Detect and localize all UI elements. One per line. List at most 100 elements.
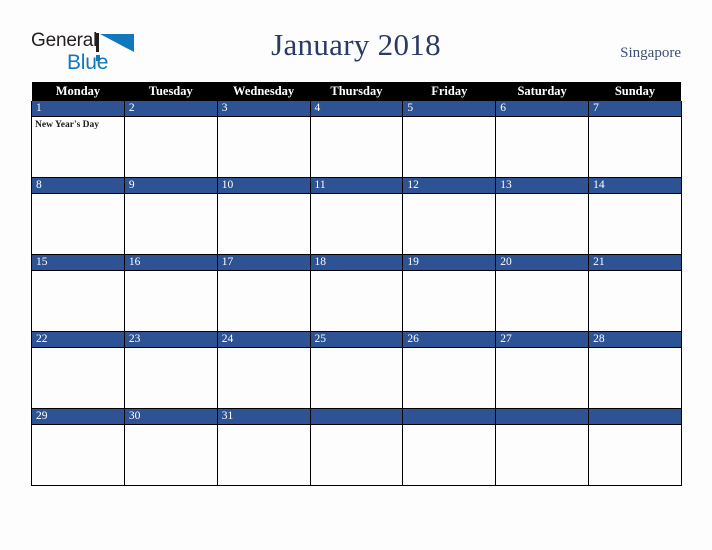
day-events [589, 194, 681, 197]
day-cell-inner: 7 [589, 101, 681, 177]
calendar-day-cell[interactable]: 25 [309, 331, 404, 409]
calendar-day-cell[interactable]: 19 [402, 254, 497, 332]
day-events [496, 117, 588, 120]
weekday-header-row: Monday Tuesday Wednesday Thursday Friday… [31, 82, 682, 101]
calendar-day-cell[interactable]: 4 [309, 101, 404, 178]
day-events [125, 271, 217, 274]
day-cell-inner: 13 [496, 178, 589, 254]
calendar-day-cell[interactable]: 7 [588, 101, 682, 178]
day-cell-inner: 22 [32, 332, 124, 408]
calendar-page: General Blue January 2018 Singapore Mond… [0, 0, 712, 550]
day-number: 9 [124, 178, 217, 194]
day-number: 28 [589, 332, 681, 348]
day-cell-inner: 23 [124, 332, 217, 408]
day-number [310, 409, 403, 425]
day-cell-inner: 17 [217, 255, 310, 331]
day-number: 4 [310, 101, 403, 117]
calendar-day-cell[interactable]: 10 [216, 177, 311, 255]
calendar-day-cell[interactable]: 29 [31, 408, 125, 486]
day-number: 5 [403, 101, 496, 117]
calendar-day-cell[interactable]: 2 [123, 101, 218, 178]
day-events [589, 271, 681, 274]
page-title: January 2018 [271, 27, 441, 62]
day-cell-inner: 26 [403, 332, 496, 408]
calendar-day-cell[interactable]: 28 [588, 331, 682, 409]
day-cell-inner: 10 [217, 178, 310, 254]
day-events [32, 271, 124, 274]
day-number: 8 [32, 178, 124, 194]
calendar-day-cell[interactable]: 18 [309, 254, 404, 332]
day-cell-inner: 6 [496, 101, 589, 177]
day-number: 12 [403, 178, 496, 194]
day-cell-inner: 11 [310, 178, 403, 254]
day-cell-inner [310, 409, 403, 485]
calendar-day-cell[interactable]: 14 [588, 177, 682, 255]
calendar-day-cell[interactable]: 23 [123, 331, 218, 409]
calendar-week-row: 1 New Year's Day 2 3 4 5 6 7 [31, 101, 682, 178]
calendar-day-cell[interactable]: 6 [495, 101, 590, 178]
calendar-day-cell[interactable]: 17 [216, 254, 311, 332]
calendar-day-cell[interactable] [495, 408, 590, 486]
calendar-day-cell[interactable]: 20 [495, 254, 590, 332]
calendar-day-cell[interactable]: 13 [495, 177, 590, 255]
day-events [218, 194, 310, 197]
calendar-day-cell[interactable]: 27 [495, 331, 590, 409]
calendar-day-cell[interactable]: 9 [123, 177, 218, 255]
day-number: 3 [217, 101, 310, 117]
calendar-day-cell[interactable]: 21 [588, 254, 682, 332]
day-events [496, 271, 588, 274]
calendar-day-cell[interactable]: 3 [216, 101, 311, 178]
weekday-header-sunday: Sunday [588, 82, 682, 101]
day-number: 25 [310, 332, 403, 348]
calendar-day-cell[interactable]: 12 [402, 177, 497, 255]
calendar-day-cell[interactable]: 5 [402, 101, 497, 178]
day-cell-inner: 12 [403, 178, 496, 254]
day-events [496, 194, 588, 197]
calendar-day-cell[interactable]: 22 [31, 331, 125, 409]
day-events [125, 194, 217, 197]
weekday-header-wednesday: Wednesday [217, 82, 311, 101]
weekday-header-tuesday: Tuesday [124, 82, 218, 101]
day-number: 26 [403, 332, 496, 348]
calendar-day-cell[interactable]: 8 [31, 177, 125, 255]
day-events [311, 194, 403, 197]
day-number: 15 [32, 255, 124, 271]
day-number: 2 [124, 101, 217, 117]
page-header: General Blue January 2018 Singapore [0, 0, 712, 82]
day-events [32, 194, 124, 197]
day-events [311, 425, 403, 428]
country-label: Singapore [620, 45, 681, 61]
day-events [589, 117, 681, 120]
calendar-day-cell[interactable]: 31 [216, 408, 311, 486]
day-events [125, 425, 217, 428]
day-cell-inner: 30 [124, 409, 217, 485]
calendar-day-cell[interactable] [309, 408, 404, 486]
day-cell-inner: 5 [403, 101, 496, 177]
calendar-day-cell[interactable]: 1 New Year's Day [31, 101, 125, 178]
day-events [218, 117, 310, 120]
day-cell-inner: 15 [32, 255, 124, 331]
day-cell-inner: 3 [217, 101, 310, 177]
weekday-header-saturday: Saturday [495, 82, 589, 101]
day-number: 6 [496, 101, 589, 117]
day-number: 14 [589, 178, 681, 194]
day-events [311, 348, 403, 351]
calendar-day-cell[interactable]: 30 [123, 408, 218, 486]
day-events [218, 271, 310, 274]
calendar-day-cell[interactable]: 24 [216, 331, 311, 409]
calendar-day-cell[interactable]: 11 [309, 177, 404, 255]
calendar-day-cell[interactable]: 26 [402, 331, 497, 409]
day-cell-inner: 25 [310, 332, 403, 408]
day-events [403, 271, 495, 274]
calendar-day-cell[interactable]: 15 [31, 254, 125, 332]
day-cell-inner [589, 409, 681, 485]
calendar-day-cell[interactable]: 16 [123, 254, 218, 332]
day-number: 31 [217, 409, 310, 425]
calendar-day-cell[interactable] [588, 408, 682, 486]
day-number: 27 [496, 332, 589, 348]
day-events [496, 348, 588, 351]
day-number: 20 [496, 255, 589, 271]
calendar-day-cell[interactable] [402, 408, 497, 486]
day-events [589, 425, 681, 428]
day-events [589, 348, 681, 351]
